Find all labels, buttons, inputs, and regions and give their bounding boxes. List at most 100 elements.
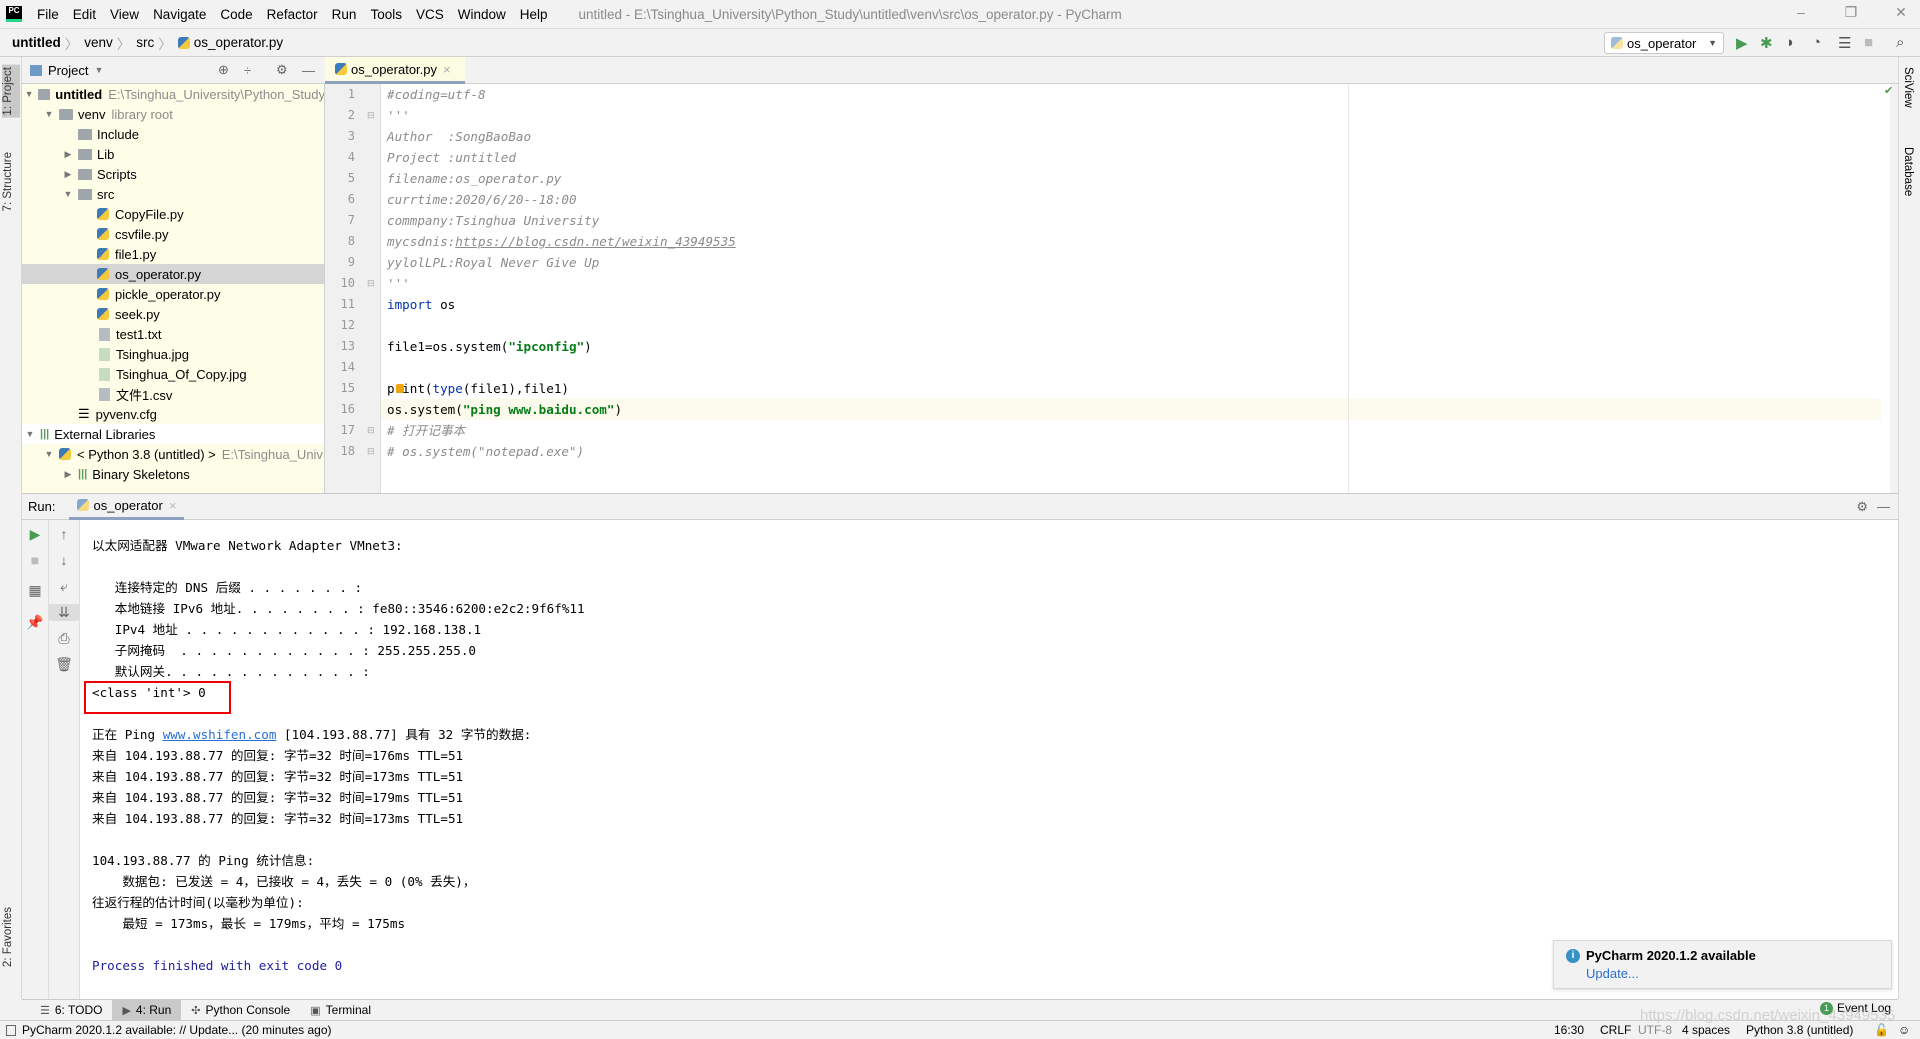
fold-marker-icon[interactable]: ⊟ [367,446,375,457]
menu-code[interactable]: Code [213,7,259,22]
run-icon[interactable]: ▶ [1736,34,1748,52]
tree-item[interactable]: ☰ pyvenv.cfg [22,404,324,424]
debug-icon[interactable]: ✱ [1760,34,1773,52]
menu-tools[interactable]: Tools [363,7,409,22]
tree-item[interactable]: Tsinghua_Of_Copy.jpg [22,364,324,384]
bottom-tab-terminal[interactable]: ▣ Terminal [300,1000,381,1021]
tool-tab-database[interactable]: Database [1902,147,1914,196]
tree-item[interactable]: csvfile.py [22,224,324,244]
hide-icon[interactable]: — [1877,499,1890,514]
tree-item[interactable]: ▼ src [22,184,324,204]
run-tab-os-operator[interactable]: os_operator × [69,493,185,520]
chevron-right-icon[interactable]: ▶ [62,169,74,180]
line-separator[interactable]: CRLF [1600,1023,1631,1037]
tree-item[interactable]: seek.py [22,304,324,324]
breadcrumb-venv[interactable]: venv [84,35,113,50]
collapse-all-icon[interactable]: ÷ [244,63,251,78]
trash-icon[interactable]: 🗑 [49,656,79,673]
tree-item[interactable]: ▶ ||| Binary Skeletons [22,464,324,484]
tab-os-operator[interactable]: os_operator.py × [325,57,465,84]
fold-marker-icon[interactable]: ⊟ [367,110,375,121]
close-tab-icon[interactable]: × [443,62,451,77]
tree-item[interactable]: os_operator.py [22,264,324,284]
tree-item[interactable]: 文件1.csv [22,384,324,404]
menu-vcs[interactable]: VCS [409,7,451,22]
tree-item[interactable]: Tsinghua.jpg [22,344,324,364]
project-view-select[interactable]: Project [48,63,88,78]
bottom-tab-python-console[interactable]: ✣ Python Console [181,1000,300,1021]
lock-icon[interactable]: 🔓 [1874,1023,1889,1037]
tree-item[interactable]: ▼ ||| External Libraries [22,424,324,444]
menu-view[interactable]: View [103,7,146,22]
interpreter[interactable]: Python 3.8 (untitled) [1746,1023,1853,1037]
chevron-down-icon[interactable]: ▼ [43,449,55,459]
minimize-button[interactable]: – [1786,4,1816,20]
bottom-tab-6-todo[interactable]: ☰ 6: TODO [30,1000,112,1021]
code-editor[interactable]: #coding=utf-8 ''' Author :SongBaoBao Projec… [381,84,1890,493]
tree-item[interactable]: Include [22,124,324,144]
tree-item[interactable]: CopyFile.py [22,204,324,224]
menu-run[interactable]: Run [325,7,364,22]
soft-wrap-icon[interactable]: ⤶ [49,578,79,595]
caret-position[interactable]: 16:30 [1554,1023,1584,1037]
breadcrumb-untitled[interactable]: untitled [12,35,61,50]
profile-icon[interactable]: ◔ [1812,34,1821,51]
tree-item[interactable]: file1.py [22,244,324,264]
chevron-down-icon[interactable]: ▼ [43,109,55,119]
tree-item[interactable]: ▶ Scripts [22,164,324,184]
chevron-down-icon[interactable]: ▼ [24,89,34,99]
chevron-right-icon[interactable]: ▶ [62,469,74,480]
stop-icon[interactable]: ■ [22,552,48,568]
status-message[interactable]: PyCharm 2020.1.2 available: // Update...… [22,1023,332,1037]
rerun-icon[interactable]: ▶ [22,526,48,543]
tree-item[interactable]: ▼ untitled E:\Tsinghua_University\Python_S… [22,84,324,104]
breadcrumb-src[interactable]: src [136,35,154,50]
restore-layout-icon[interactable]: ▦ [22,582,48,599]
close-window-button[interactable]: ✕ [1886,4,1916,21]
tree-item[interactable]: ▶ Lib [22,144,324,164]
tool-tab-favorites[interactable]: 2: Favorites [2,907,14,967]
bottom-tab-4-run[interactable]: ▶ 4: Run [112,999,182,1021]
coverage-icon[interactable]: ◗ [1786,34,1795,51]
tool-tab-sciview[interactable]: SciView [1902,67,1914,108]
menu-refactor[interactable]: Refactor [260,7,325,22]
stop-icon[interactable]: ■ [1864,34,1873,51]
search-icon[interactable]: ⌕ [1896,34,1904,51]
tool-tab-project[interactable]: 1: Project [2,65,20,118]
arrow-up-icon[interactable]: ↑ [49,526,79,542]
arrow-down-icon[interactable]: ↓ [49,552,79,568]
concurrency-icon[interactable]: ☰ [1838,34,1851,52]
chevron-right-icon[interactable]: ▶ [62,149,74,160]
console-link[interactable]: www.wshifen.com [163,727,277,742]
tree-item[interactable]: ▼ < Python 3.8 (untitled) > E:\Tsinghua_Un… [22,444,324,464]
fold-marker-icon[interactable]: ⊟ [367,278,375,289]
chevron-down-icon[interactable]: ▼ [24,429,36,439]
locate-icon[interactable]: ⊕ [218,62,229,78]
tree-item[interactable]: test1.txt [22,324,324,344]
update-link[interactable]: Update... [1586,966,1639,981]
scroll-to-end-icon[interactable]: ⇊ [49,604,79,621]
pin-icon[interactable]: 📌 [22,614,48,631]
menu-edit[interactable]: Edit [66,7,103,22]
hide-icon[interactable]: — [302,63,315,78]
intention-bulb-icon[interactable] [396,384,404,393]
restore-button[interactable]: ❐ [1836,4,1866,21]
breadcrumb-file[interactable]: os_operator.py [194,35,283,50]
indent-setting[interactable]: 4 spaces [1682,1023,1730,1037]
tree-item[interactable]: ▼ venv library root [22,104,324,124]
gear-icon[interactable]: ⚙ [1856,499,1868,515]
file-encoding[interactable]: UTF-8 [1638,1023,1672,1037]
gear-icon[interactable]: ⚙ [276,62,288,78]
chevron-down-icon[interactable]: ▼ [62,189,74,199]
run-config-select[interactable]: os_operator ▼ [1604,32,1724,54]
console-output[interactable]: 以太网适配器 VMware Network Adapter VMnet3: 连接… [80,520,1898,999]
tool-tab-structure[interactable]: 7: Structure [2,152,14,211]
close-tab-icon[interactable]: × [169,498,177,513]
fold-marker-icon[interactable]: ⊟ [367,425,375,436]
menu-help[interactable]: Help [513,7,555,22]
menu-file[interactable]: File [30,7,66,22]
print-icon[interactable]: ⎙ [49,630,79,647]
inspector-icon[interactable]: ☺ [1898,1023,1910,1037]
menu-window[interactable]: Window [451,7,513,22]
menu-navigate[interactable]: Navigate [146,7,213,22]
